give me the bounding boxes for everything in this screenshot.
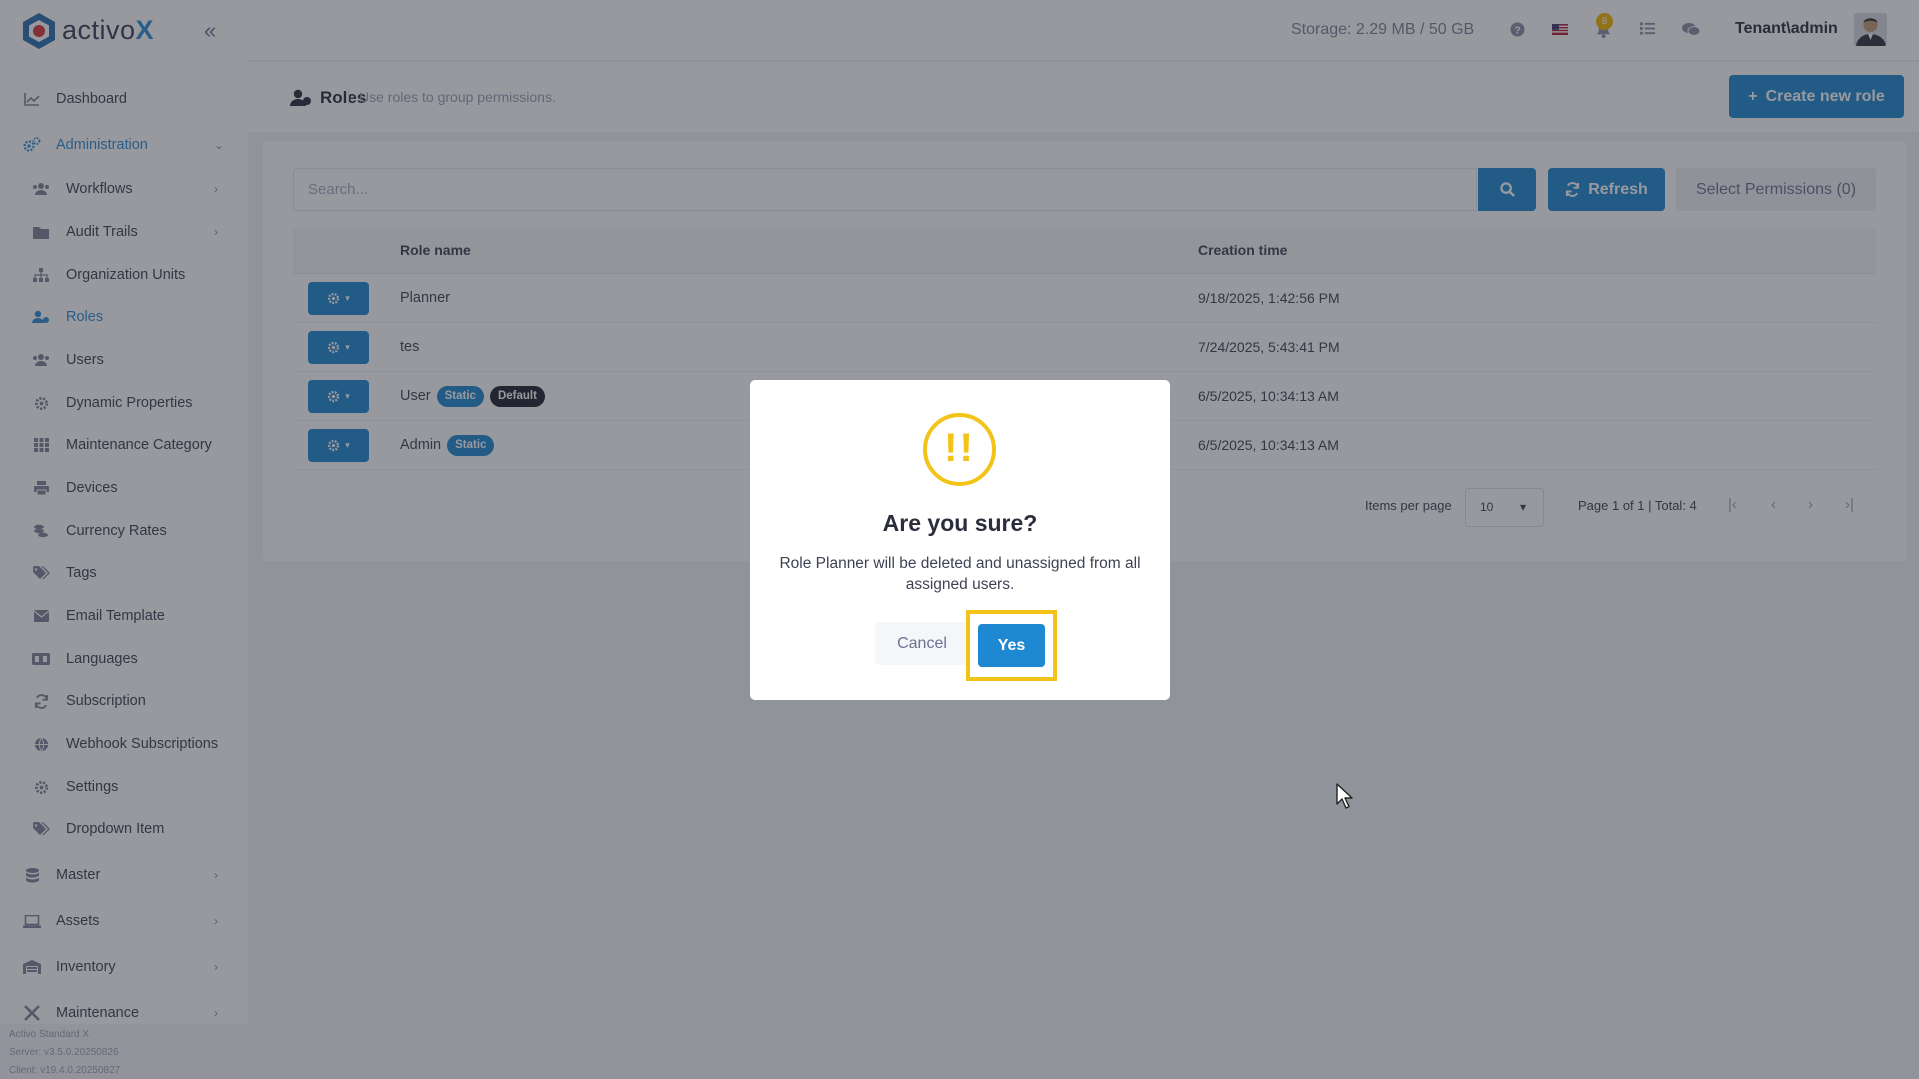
yes-button[interactable]: Yes — [978, 624, 1045, 667]
confirm-delete-dialog: !! Are you sure? Role Planner will be de… — [750, 380, 1170, 700]
cancel-button[interactable]: Cancel — [875, 622, 969, 665]
dialog-title: Are you sure? — [882, 510, 1038, 536]
mouse-cursor-icon — [1336, 783, 1353, 809]
warning-icon: !! — [923, 413, 996, 486]
dialog-message: Role Planner will be deleted and unassig… — [779, 555, 1141, 593]
